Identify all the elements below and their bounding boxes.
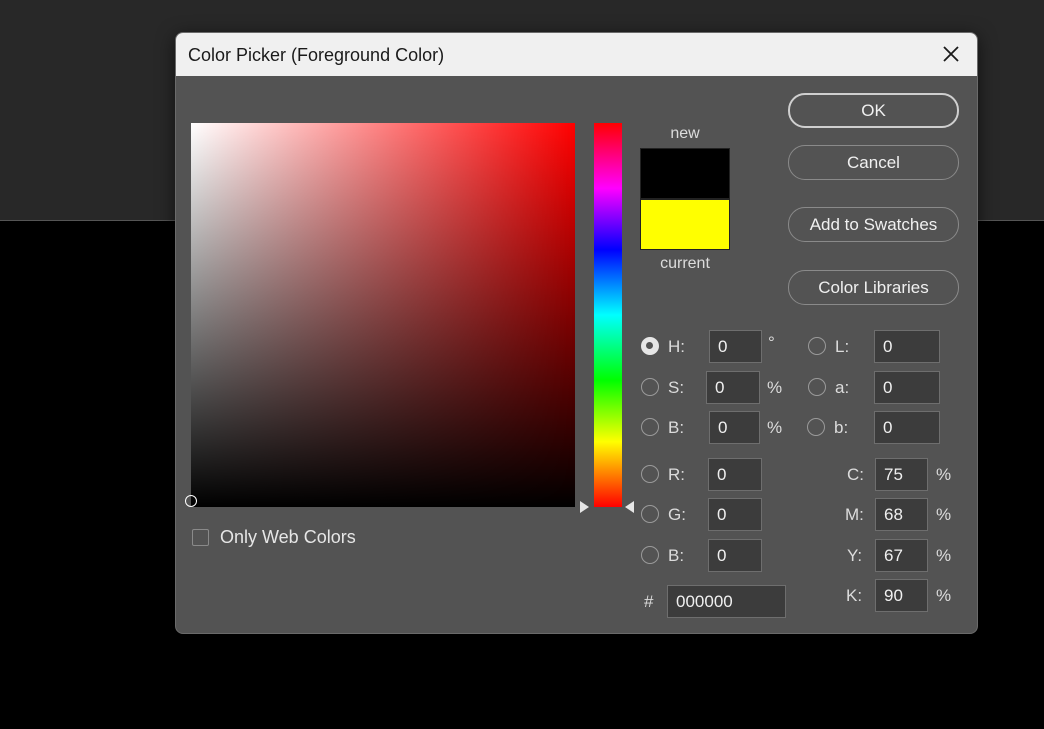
saturation-input[interactable]: 0: [706, 371, 760, 404]
hue-label: H:: [668, 337, 685, 356]
hex-input[interactable]: 000000: [667, 585, 786, 618]
lab-b-radio[interactable]: [807, 418, 825, 436]
yellow-unit: %: [936, 546, 952, 565]
saturation-brightness-field[interactable]: [185, 123, 575, 507]
yellow-label: Y:: [847, 546, 863, 565]
cyan-input[interactable]: 75: [875, 458, 928, 491]
saturation-radio[interactable]: [641, 378, 659, 396]
only-web-colors-label[interactable]: Only Web Colors: [220, 527, 356, 548]
green-input[interactable]: 0: [708, 498, 762, 531]
brightness-radio[interactable]: [641, 418, 659, 436]
only-web-colors-checkbox[interactable]: [192, 529, 209, 546]
brightness-unit: %: [767, 418, 783, 437]
blue-input[interactable]: 0: [708, 539, 762, 572]
cyan-label: C:: [847, 465, 864, 484]
current-color-label: current: [660, 255, 710, 272]
lab-b-label: b:: [834, 418, 849, 437]
blue-label: B:: [668, 546, 685, 565]
magenta-unit: %: [936, 505, 952, 524]
close-icon[interactable]: [939, 42, 963, 66]
saturation-unit: %: [767, 378, 783, 397]
new-color-swatch: [640, 148, 730, 199]
hue-slider[interactable]: [594, 123, 622, 507]
magenta-label: M:: [845, 505, 864, 524]
lab-l-input[interactable]: 0: [874, 330, 940, 363]
saturation-label: S:: [668, 378, 685, 397]
add-to-swatches-button[interactable]: Add to Swatches: [788, 207, 959, 242]
lab-l-radio[interactable]: [808, 337, 826, 355]
red-input[interactable]: 0: [708, 458, 762, 491]
hue-radio[interactable]: [641, 337, 659, 355]
black-label: K:: [846, 586, 863, 605]
lab-a-label: a:: [835, 378, 850, 397]
new-color-label: new: [670, 125, 700, 142]
brightness-input[interactable]: 0: [709, 411, 760, 444]
color-libraries-button[interactable]: Color Libraries: [788, 270, 959, 305]
dialog-title: Color Picker (Foreground Color): [188, 45, 445, 65]
hue-unit: °: [768, 333, 775, 352]
green-radio[interactable]: [641, 505, 659, 523]
hex-label: #: [644, 592, 654, 611]
dialog-titlebar: Color Picker (Foreground Color): [176, 33, 977, 76]
cyan-unit: %: [936, 465, 952, 484]
lab-a-input[interactable]: 0: [874, 371, 940, 404]
color-field-cursor[interactable]: [185, 495, 197, 507]
red-label: R:: [668, 465, 685, 484]
brightness-label: B:: [668, 418, 685, 437]
hue-slider-left-arrow-icon[interactable]: [580, 501, 589, 513]
current-color-swatch[interactable]: [640, 199, 730, 250]
magenta-input[interactable]: 68: [875, 498, 928, 531]
blue-radio[interactable]: [641, 546, 659, 564]
black-input[interactable]: 90: [875, 579, 928, 612]
hue-input[interactable]: 0: [709, 330, 762, 363]
green-label: G:: [668, 505, 686, 524]
yellow-input[interactable]: 67: [875, 539, 928, 572]
red-radio[interactable]: [641, 465, 659, 483]
ok-button[interactable]: OK: [788, 93, 959, 128]
lab-b-input[interactable]: 0: [874, 411, 940, 444]
black-unit: %: [936, 586, 952, 605]
lab-a-radio[interactable]: [808, 378, 826, 396]
hue-slider-right-arrow-icon[interactable]: [625, 501, 634, 513]
cancel-button[interactable]: Cancel: [788, 145, 959, 180]
color-picker-dialog: Color Picker (Foreground Color) new curr…: [175, 32, 978, 634]
lab-l-label: L:: [835, 337, 850, 356]
